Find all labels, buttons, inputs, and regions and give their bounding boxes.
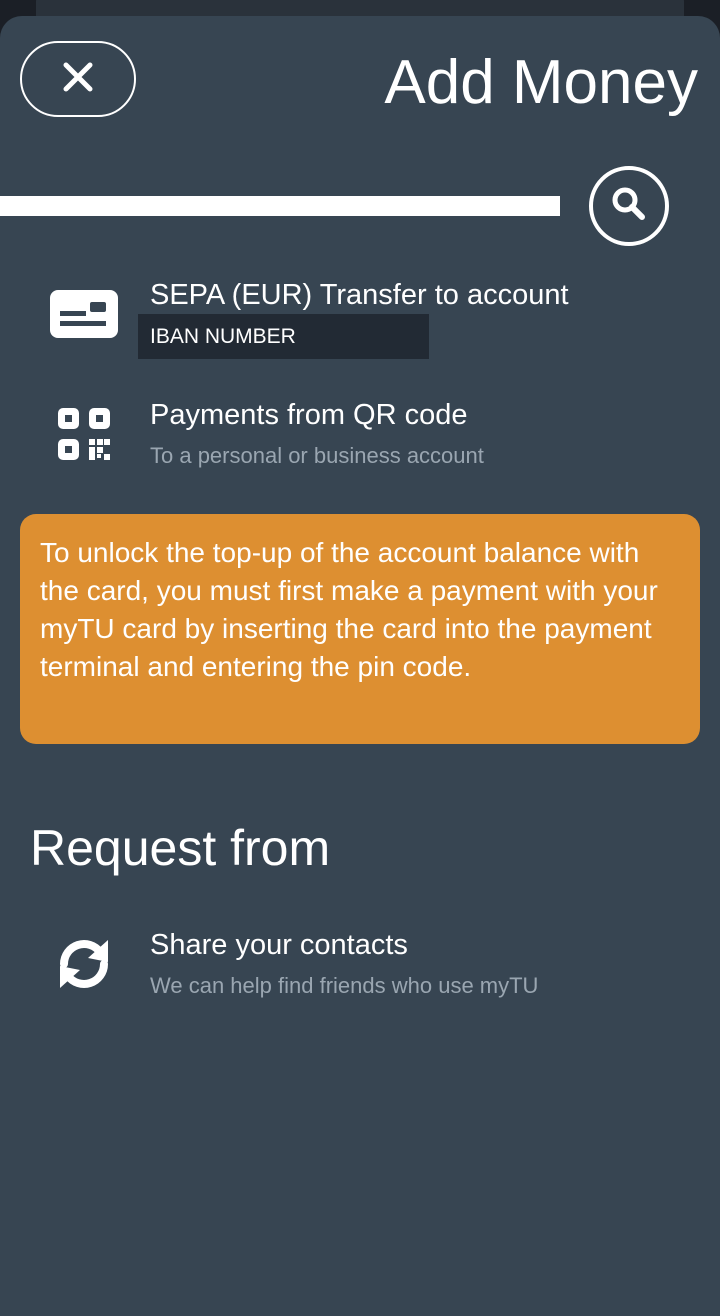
option-title: Payments from QR code (150, 399, 468, 431)
sync-icon (48, 928, 120, 1000)
option-share-contacts[interactable]: Share your contacts We can help find fri… (0, 916, 720, 1016)
card-unlock-notice: To unlock the top-up of the account bala… (20, 514, 700, 744)
option-subtitle: To a personal or business account (150, 443, 484, 468)
option-title: SEPA (EUR) Transfer to account (150, 279, 569, 311)
search-input[interactable] (0, 196, 560, 216)
search-icon (609, 184, 649, 229)
iban-number-label: IBAN NUMBER (138, 314, 429, 359)
search-button[interactable] (589, 166, 669, 246)
qr-code-icon (48, 398, 120, 470)
bank-card-icon (48, 278, 120, 350)
page-title: Add Money (384, 48, 698, 117)
option-subtitle: We can help find friends who use myTU (150, 973, 539, 998)
add-money-sheet: Add Money SEPA (EUR) Transfer to account… (0, 16, 720, 1316)
option-qr-payment[interactable]: Payments from QR code To a personal or b… (0, 386, 720, 486)
close-icon (61, 60, 95, 99)
option-title: Share your contacts (150, 929, 408, 961)
notice-text: To unlock the top-up of the account bala… (40, 537, 658, 682)
close-button[interactable] (20, 41, 136, 117)
section-title-request: Request from (30, 820, 331, 876)
